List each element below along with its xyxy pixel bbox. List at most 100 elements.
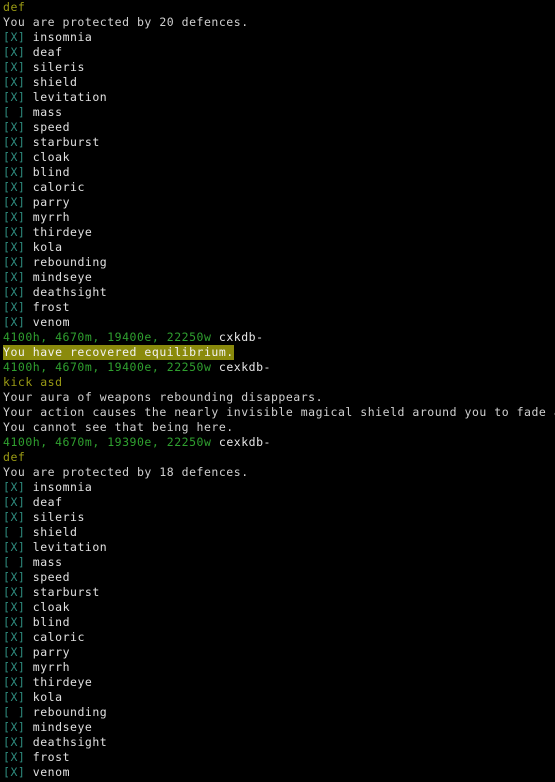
defence-checkbox: [X]	[3, 630, 26, 644]
defence-name: starburst	[32, 135, 100, 149]
defence-name: mass	[32, 555, 63, 569]
defence-list-item: [X] insomnia	[0, 480, 555, 495]
defence-spacer	[25, 645, 32, 659]
defence-spacer	[25, 240, 32, 254]
defence-spacer	[25, 660, 32, 674]
defence-name: insomnia	[32, 480, 93, 494]
defence-name: cloak	[32, 600, 71, 614]
defence-checkbox: [X]	[3, 225, 26, 239]
status-prompt-line: 4100h, 4670m, 19400e, 22250w cexkdb-	[0, 360, 555, 375]
defence-list-item: [X] blind	[0, 615, 555, 630]
defence-checkbox: [X]	[3, 690, 26, 704]
defence-list-item: [X] thirdeye	[0, 225, 555, 240]
defence-name: caloric	[32, 630, 85, 644]
defence-list-item: [X] blind	[0, 165, 555, 180]
defence-list-item: [X] sileris	[0, 60, 555, 75]
defence-checkbox: [X]	[3, 510, 26, 524]
prompt-flags: cexkdb-	[218, 435, 271, 449]
defence-checkbox: [X]	[3, 255, 26, 269]
defence-spacer	[25, 555, 32, 569]
defence-checkbox: [X]	[3, 270, 26, 284]
defence-checkbox: [ ]	[3, 525, 26, 539]
defence-list-item: [X] mindseye	[0, 720, 555, 735]
defence-name: mass	[32, 105, 63, 119]
defence-spacer	[25, 210, 32, 224]
defence-checkbox: [X]	[3, 585, 26, 599]
defence-spacer	[25, 270, 32, 284]
defence-name: mindseye	[32, 270, 93, 284]
defence-name: starburst	[32, 585, 100, 599]
defence-name: myrrh	[32, 210, 71, 224]
defence-list-item: [X] venom	[0, 765, 555, 780]
defence-checkbox: [X]	[3, 180, 26, 194]
defence-list-item: [X] deaf	[0, 495, 555, 510]
message-text: You are protected by 20 defences.	[3, 15, 249, 29]
defence-name: levitation	[32, 90, 108, 104]
defence-checkbox: [X]	[3, 645, 26, 659]
game-message-line: You cannot see that being here.	[0, 420, 555, 435]
defence-checkbox: [X]	[3, 75, 26, 89]
defence-name: insomnia	[32, 30, 93, 44]
command-echo-line: kick asd	[0, 375, 555, 390]
defence-spacer	[25, 495, 32, 509]
equilibrium-recovered-text: You have recovered equilibrium.	[3, 345, 234, 360]
defence-name: venom	[32, 315, 71, 329]
defence-list-item: [X] myrrh	[0, 210, 555, 225]
defence-checkbox: [X]	[3, 480, 26, 494]
defence-spacer	[25, 510, 32, 524]
prompt-vitals: 4100h, 4670m, 19400e, 22250w	[3, 360, 212, 374]
defence-spacer	[25, 600, 32, 614]
prompt-flags: cexkdb-	[218, 360, 271, 374]
highlighted-event-line: You have recovered equilibrium.	[0, 345, 555, 360]
defence-list-item: [X] parry	[0, 195, 555, 210]
defence-list-item: [X] deaf	[0, 45, 555, 60]
defence-checkbox: [X]	[3, 300, 26, 314]
status-prompt-line: 4100h, 4670m, 19390e, 22250w cexkdb-	[0, 435, 555, 450]
defence-checkbox: [X]	[3, 750, 26, 764]
defence-list-item: [X] parry	[0, 645, 555, 660]
defence-checkbox: [X]	[3, 765, 26, 779]
defence-checkbox: [X]	[3, 570, 26, 584]
terminal-output[interactable]: def You are protected by 20 defences. [X] …	[0, 0, 555, 782]
defence-list-item: [ ] mass	[0, 555, 555, 570]
defence-checkbox: [X]	[3, 600, 26, 614]
defence-name: venom	[32, 765, 71, 779]
defence-spacer	[25, 60, 32, 74]
defence-name: deathsight	[32, 735, 108, 749]
defence-name: sileris	[32, 510, 85, 524]
defence-name: parry	[32, 645, 71, 659]
defence-spacer	[25, 195, 32, 209]
command-echo-line: def	[0, 0, 555, 15]
defence-spacer	[25, 765, 32, 779]
defence-spacer	[25, 585, 32, 599]
defence-checkbox: [X]	[3, 195, 26, 209]
defence-spacer	[25, 315, 32, 329]
defence-name: frost	[32, 750, 71, 764]
defence-list-item: [X] deathsight	[0, 285, 555, 300]
defence-name: rebounding	[32, 255, 108, 269]
defence-list-item: [X] caloric	[0, 180, 555, 195]
defence-spacer	[25, 735, 32, 749]
defence-spacer	[25, 615, 32, 629]
defence-list-item: [ ] shield	[0, 525, 555, 540]
game-message-line: You are protected by 18 defences.	[0, 465, 555, 480]
defence-spacer	[25, 750, 32, 764]
defence-checkbox: [X]	[3, 45, 26, 59]
defence-checkbox: [X]	[3, 90, 26, 104]
defence-name: shield	[32, 525, 78, 539]
defence-spacer	[25, 120, 32, 134]
defence-spacer	[25, 480, 32, 494]
defence-name: thirdeye	[32, 675, 93, 689]
defence-list-item: [X] insomnia	[0, 30, 555, 45]
defence-spacer	[25, 675, 32, 689]
defence-name: cloak	[32, 150, 71, 164]
defence-spacer	[25, 135, 32, 149]
defence-list-item: [X] frost	[0, 750, 555, 765]
defence-spacer	[25, 165, 32, 179]
defence-checkbox: [X]	[3, 495, 26, 509]
prompt-spacer	[211, 360, 218, 374]
defence-name: blind	[32, 165, 71, 179]
command-echo-line: def	[0, 450, 555, 465]
defence-spacer	[25, 540, 32, 554]
defence-name: thirdeye	[32, 225, 93, 239]
